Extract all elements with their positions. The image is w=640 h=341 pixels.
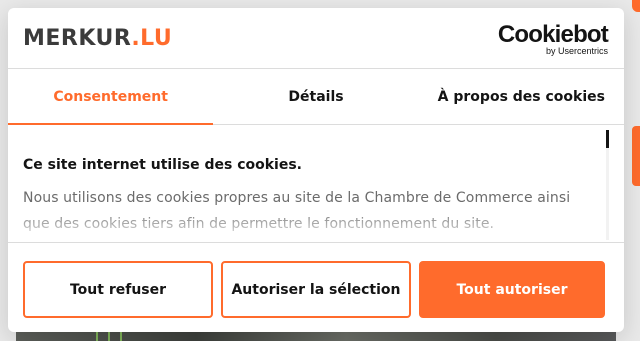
content-scrollbar-thumb[interactable] xyxy=(606,130,609,148)
reject-all-button[interactable]: Tout refuser xyxy=(23,261,213,318)
tab-details[interactable]: Détails xyxy=(213,69,418,124)
tab-bar: Consentement Détails À propos des cookie… xyxy=(8,69,624,125)
button-row: Tout refuser Autoriser la sélection Tout… xyxy=(8,243,624,318)
allow-all-button[interactable]: Tout autoriser xyxy=(419,261,605,318)
cookie-consent-dialog: MERKUR .LU Cookiebot by Usercentrics Cons… xyxy=(8,8,624,332)
cookiebot-wordmark: Cookiebot xyxy=(497,20,609,48)
page-scroll-indicator xyxy=(632,0,640,12)
consent-content: Ce site internet utilise des cookies. No… xyxy=(8,125,624,243)
merkur-logo: MERKUR .LU xyxy=(23,26,172,51)
logo-text-suffix: .LU xyxy=(131,25,173,51)
dialog-header: MERKUR .LU Cookiebot by Usercentrics xyxy=(8,8,624,69)
content-fade xyxy=(8,208,624,242)
side-scroll-accent[interactable] xyxy=(632,126,640,186)
logo-text-main: MERKUR xyxy=(23,25,132,51)
allow-selection-button[interactable]: Autoriser la sélection xyxy=(221,261,411,318)
tab-about-cookies[interactable]: À propos des cookies xyxy=(419,69,624,124)
cookiebot-logo[interactable]: Cookiebot by Usercentrics xyxy=(497,20,609,56)
tab-consent[interactable]: Consentement xyxy=(8,69,214,125)
cookiebot-byline: by Usercentrics xyxy=(545,45,608,56)
consent-heading: Ce site internet utilise des cookies. xyxy=(23,157,302,173)
